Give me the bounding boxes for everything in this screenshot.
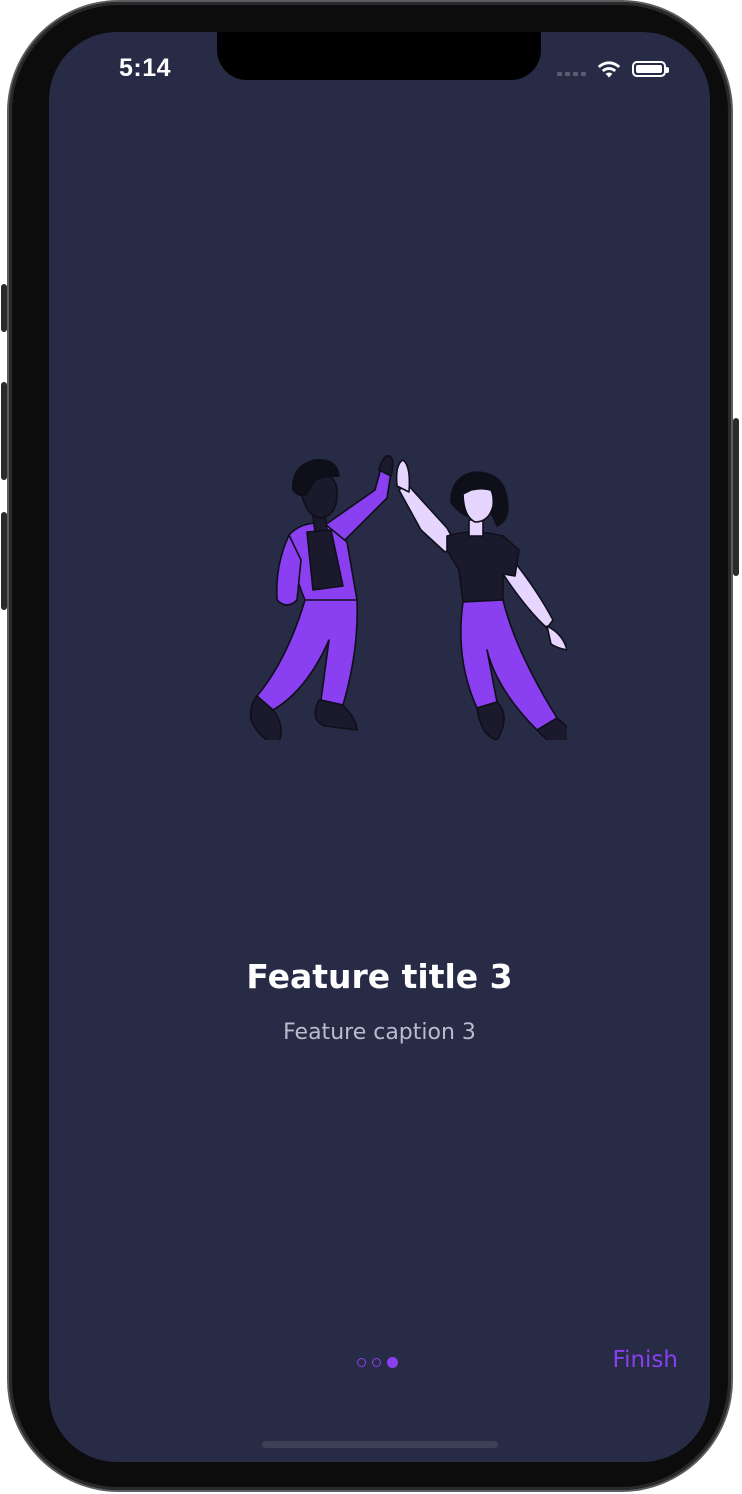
phone-frame: 5:14 Feature title 3 Feature caption 3 F… bbox=[1, 2, 739, 1490]
notch bbox=[217, 32, 541, 80]
woman-figure bbox=[395, 459, 567, 740]
home-indicator[interactable] bbox=[262, 1441, 498, 1448]
cellular-signal-icon bbox=[557, 62, 586, 76]
page-dot-3-active[interactable] bbox=[387, 1357, 398, 1368]
page-dot-1[interactable] bbox=[357, 1358, 366, 1367]
volume-up-button bbox=[1, 382, 7, 480]
page-indicator[interactable] bbox=[357, 1357, 398, 1368]
man-figure bbox=[249, 454, 394, 740]
wifi-icon bbox=[597, 61, 621, 78]
finish-button[interactable]: Finish bbox=[613, 1347, 678, 1373]
mute-switch bbox=[1, 284, 7, 332]
volume-down-button bbox=[1, 512, 7, 610]
status-icons bbox=[557, 58, 669, 80]
battery-icon bbox=[632, 61, 669, 77]
two-people-high-five-illustration bbox=[249, 454, 567, 740]
power-button bbox=[733, 418, 739, 576]
page-dot-2[interactable] bbox=[372, 1358, 381, 1367]
app-screen: 5:14 Feature title 3 Feature caption 3 F… bbox=[49, 32, 710, 1462]
feature-title: Feature title 3 bbox=[246, 957, 513, 996]
status-time: 5:14 bbox=[119, 54, 172, 82]
feature-caption: Feature caption 3 bbox=[283, 1020, 476, 1045]
